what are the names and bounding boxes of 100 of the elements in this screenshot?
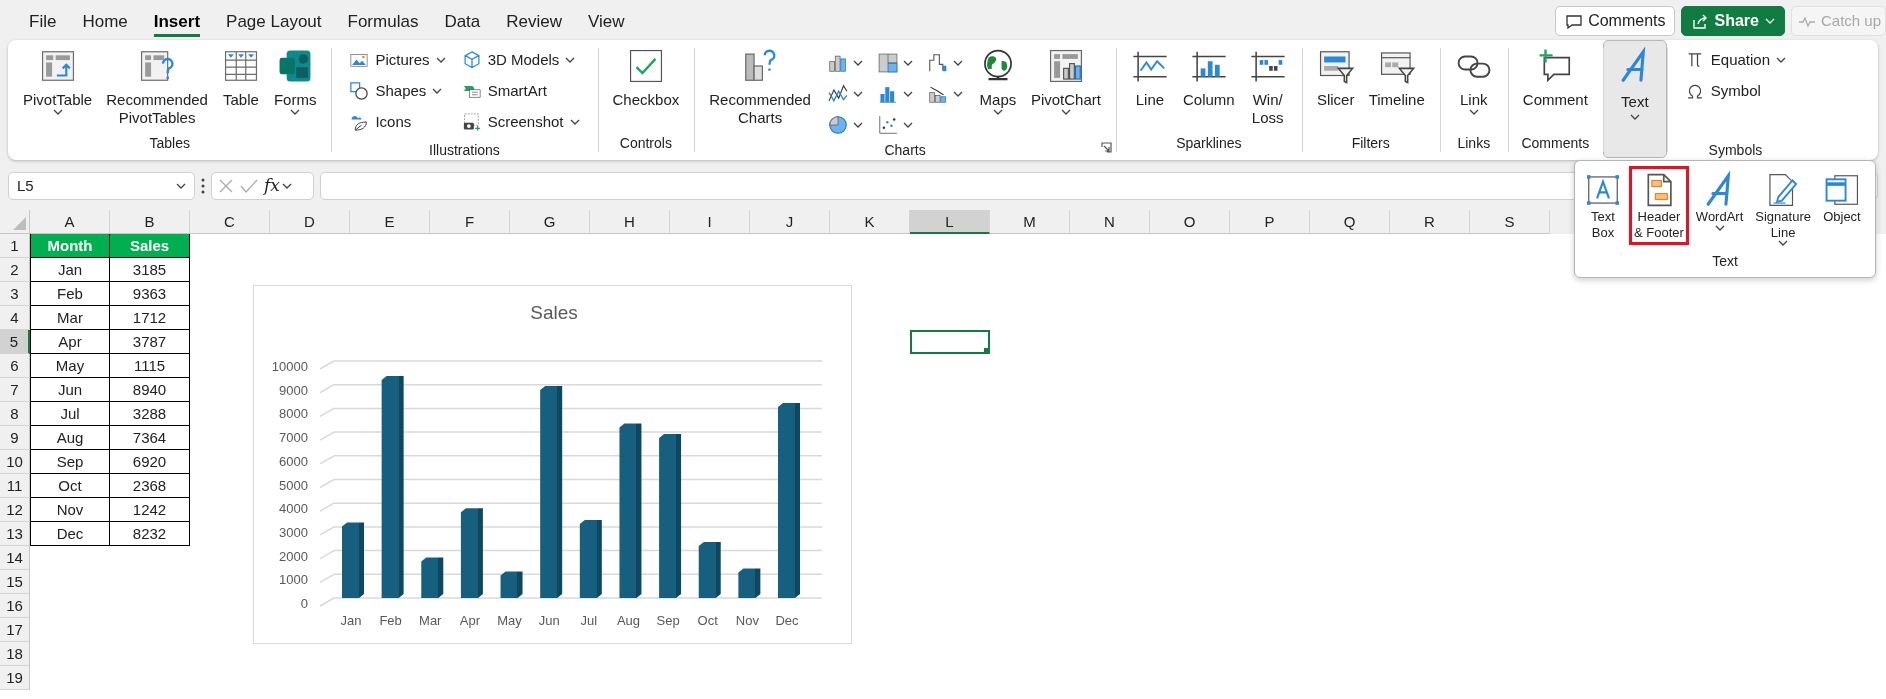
cancel-icon[interactable]: [218, 178, 234, 194]
ribbon-tab[interactable]: Home: [69, 11, 141, 38]
table-cell: Aug: [30, 426, 110, 450]
heading-letter[interactable]: L: [910, 210, 990, 234]
ribbon-button[interactable]: Pictures: [345, 47, 450, 74]
ribbon-tab[interactable]: Insert: [140, 11, 214, 38]
row-header[interactable]: 3: [0, 282, 30, 306]
heading-letter[interactable]: R: [1390, 210, 1470, 234]
ribbon-button[interactable]: Recommended Charts: [704, 44, 816, 130]
row-header[interactable]: 2: [0, 258, 30, 282]
row-header[interactable]: 17: [0, 618, 30, 642]
ribbon-button[interactable]: Link: [1449, 44, 1498, 118]
table-cell: Oct: [30, 474, 110, 498]
row-header[interactable]: 9: [0, 426, 30, 450]
header-cell: Month: [30, 234, 110, 258]
heading-letter[interactable]: N: [1070, 210, 1150, 234]
axis-label: Oct: [697, 613, 718, 628]
row-header[interactable]: 19: [0, 666, 30, 690]
caret-icon: [176, 183, 186, 189]
ribbon-button[interactable]: 3D Models: [457, 47, 584, 74]
table-cell: 3185: [110, 258, 190, 282]
row-header[interactable]: 8: [0, 402, 30, 426]
heading-letter[interactable]: S: [1470, 210, 1550, 234]
menu-item[interactable]: Signature Line: [1750, 166, 1816, 252]
line-chart-icon: [826, 82, 849, 105]
row-header[interactable]: 6: [0, 354, 30, 378]
ribbon-button[interactable]: Screenshot: [457, 109, 584, 136]
heading-letter[interactable]: E: [350, 210, 430, 234]
menu-item[interactable]: WordArt: [1690, 166, 1749, 236]
row-header[interactable]: 10: [0, 450, 30, 474]
group-label: Charts: [883, 141, 927, 160]
ribbon-button[interactable]: SmartArt: [457, 78, 584, 105]
caret-icon: [281, 183, 292, 189]
ribbon-button[interactable]: Recommended PivotTables: [101, 44, 213, 130]
ribbon-tab[interactable]: Formulas: [334, 11, 432, 38]
heading-letter[interactable]: I: [670, 210, 750, 234]
ribbon-button[interactable]: PivotChart: [1025, 44, 1106, 118]
row-header[interactable]: 12: [0, 498, 30, 522]
row-header[interactable]: 15: [0, 570, 30, 594]
menu-item[interactable]: Header & Footer: [1629, 166, 1689, 246]
heading-letter[interactable]: M: [990, 210, 1070, 234]
ribbon-button[interactable]: Equation: [1680, 47, 1791, 74]
ribbon-button[interactable]: Line: [1125, 44, 1174, 112]
menu-item[interactable]: Text Box: [1579, 166, 1627, 246]
heading-letter[interactable]: P: [1230, 210, 1310, 234]
ribbon-button[interactable]: Table: [216, 44, 265, 112]
comments-button[interactable]: Comments: [1555, 6, 1676, 36]
ribbon-button[interactable]: PivotTable: [18, 44, 98, 118]
group-label: Tables: [148, 134, 191, 153]
ribbon-button[interactable]: Comment: [1517, 44, 1593, 112]
ribbon-button[interactable]: Checkbox: [607, 44, 685, 112]
ribbon-tab[interactable]: View: [575, 11, 638, 38]
name-box[interactable]: L5: [8, 172, 195, 200]
scatter-chart-icon: [876, 113, 899, 136]
row-header[interactable]: 4: [0, 306, 30, 330]
ribbon-button[interactable]: Symbol: [1680, 78, 1791, 105]
selected-cell[interactable]: [910, 330, 990, 354]
speech-bubble-icon: [1565, 12, 1583, 30]
ribbon-button[interactable]: Forms: [268, 44, 322, 118]
ribbon-tab[interactable]: File: [16, 11, 70, 38]
axis-label: 8000: [279, 406, 308, 422]
table-cell: 3288: [110, 402, 190, 426]
menu-item[interactable]: Object: [1817, 166, 1866, 230]
axis-label: Feb: [379, 613, 402, 628]
heading-letter[interactable]: F: [430, 210, 510, 234]
row-header[interactable]: 18: [0, 642, 30, 666]
enter-icon[interactable]: [240, 178, 258, 194]
row-header[interactable]: 13: [0, 522, 30, 546]
heading-letter[interactable]: D: [270, 210, 350, 234]
ribbon-button[interactable]: Column: [1177, 44, 1240, 112]
ribbon-button[interactable]: Slicer: [1311, 44, 1360, 112]
table-cell: Nov: [30, 498, 110, 522]
group-label: Comments: [1520, 134, 1591, 153]
ribbon-button[interactable]: Shapes: [345, 78, 450, 105]
heading-letter[interactable]: O: [1150, 210, 1230, 234]
row-header[interactable]: 16: [0, 594, 30, 618]
heading-letter[interactable]: J: [750, 210, 830, 234]
row-header[interactable]: 7: [0, 378, 30, 402]
axis-label: May: [497, 613, 522, 628]
more-icon[interactable]: [201, 178, 205, 194]
heading-letter[interactable]: H: [590, 210, 670, 234]
ribbon-button[interactable]: Maps: [973, 44, 1022, 118]
ribbon-tab[interactable]: Data: [431, 11, 494, 38]
heading-letter[interactable]: G: [510, 210, 590, 234]
row-header[interactable]: 14: [0, 546, 30, 570]
table-cell: 1115: [110, 354, 190, 378]
axis-label: Aug: [616, 613, 640, 628]
ribbon-tab[interactable]: Review: [493, 11, 576, 38]
row-header[interactable]: 5: [0, 330, 30, 354]
heading-letter[interactable]: Q: [1310, 210, 1390, 234]
dialog-launcher-icon[interactable]: [1100, 142, 1112, 153]
ribbon-button[interactable]: Win/ Loss: [1243, 44, 1292, 130]
ribbon-tab[interactable]: Page Layout: [213, 11, 335, 38]
text-menu-button[interactable]: Text: [1602, 40, 1667, 158]
row-header[interactable]: 11: [0, 474, 30, 498]
ribbon-button[interactable]: Icons: [345, 109, 450, 136]
share-button[interactable]: Share: [1681, 6, 1785, 36]
ribbon-button[interactable]: Timeline: [1363, 44, 1430, 112]
row-header[interactable]: 1: [0, 234, 30, 258]
heading-letter[interactable]: C: [190, 210, 270, 234]
